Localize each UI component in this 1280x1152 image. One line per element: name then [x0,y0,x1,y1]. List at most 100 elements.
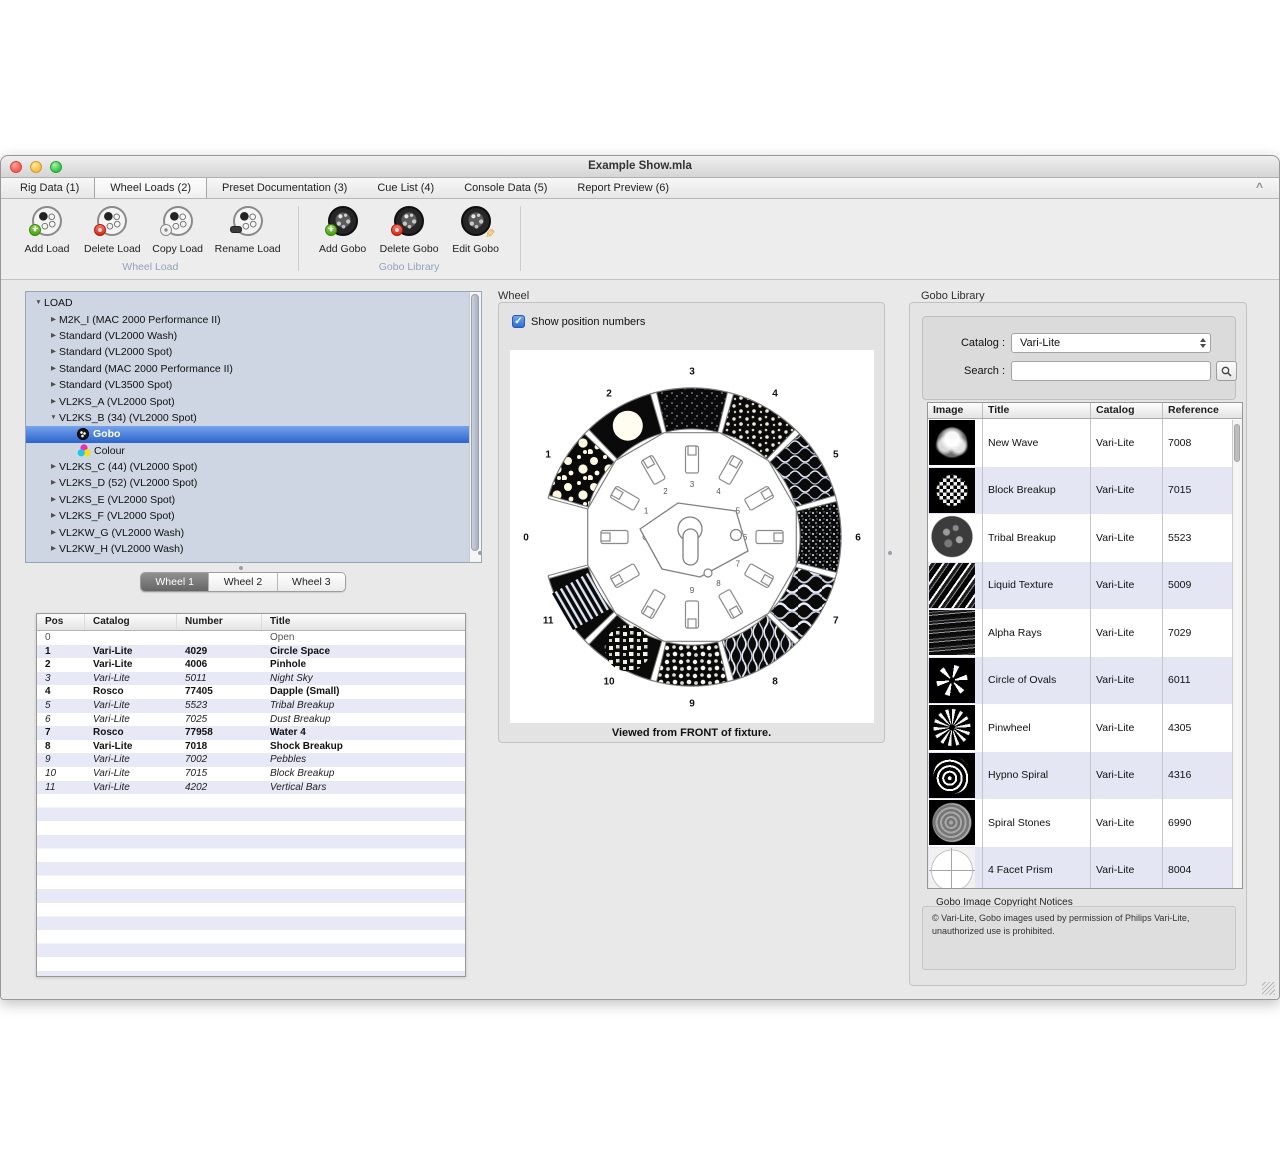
disclosure-triangle-icon[interactable] [48,396,59,408]
load-table-row[interactable]: 7 Rosco 77958 Water 4 [37,726,465,740]
search-input[interactable] [1011,361,1211,381]
close-button[interactable] [10,161,22,173]
column-header[interactable]: Catalog [1091,403,1163,418]
column-header[interactable]: Title [262,614,465,630]
gobo-row[interactable]: Block Breakup Vari-Lite 7015 [928,467,1242,515]
tree-item[interactable]: VL2KS_A (VL2000 Spot) [26,393,481,409]
tree-item[interactable]: Gobo [26,426,481,442]
tab[interactable]: Rig Data (1) [5,178,94,198]
gobo-row[interactable]: Pinwheel Vari-Lite 4305 [928,704,1242,752]
catalog-dropdown[interactable]: Vari-Lite [1011,333,1211,353]
minimize-button[interactable] [30,161,42,173]
gobo-row[interactable]: Circle of Ovals Vari-Lite 6011 [928,657,1242,705]
tree-item[interactable]: VL2KW_G (VL2000 Wash) [26,524,481,540]
gobo-scrollbar-thumb[interactable] [1234,424,1240,462]
gobo-row[interactable]: Hypno Spiral Vari-Lite 4316 [928,752,1242,800]
gobo-row[interactable]: New Wave Vari-Lite 7008 [928,419,1242,467]
load-table-row[interactable]: 2 Vari-Lite 4006 Pinhole [37,658,465,672]
tree-item[interactable]: Colour [26,443,481,459]
wheel-tab[interactable]: Wheel 2 [209,573,277,591]
disclosure-triangle-icon[interactable] [48,477,59,489]
tree-item-label: Colour [94,445,125,457]
disclosure-triangle-icon[interactable] [48,412,59,424]
tree-item[interactable]: VL2KS_B (34) (VL2000 Spot) [26,410,481,426]
wheel-tab[interactable]: Wheel 1 [141,573,209,591]
svg-text:0: 0 [523,533,529,544]
tab[interactable]: Preset Documentation (3) [207,178,362,198]
show-position-numbers-checkbox[interactable] [512,315,525,328]
gobo-row[interactable]: Spiral Stones Vari-Lite 6990 [928,799,1242,847]
load-table-row[interactable]: 5 Vari-Lite 5523 Tribal Breakup [37,699,465,713]
disclosure-triangle-icon[interactable] [48,461,59,473]
load-table-row[interactable]: 1 Vari-Lite 4029 Circle Space [37,645,465,659]
column-header[interactable]: Pos [37,614,85,630]
tree-item[interactable]: LOAD [26,295,481,311]
toolbar-button[interactable]: Add Load [15,204,79,257]
tree-scrollbar-thumb[interactable] [471,294,479,551]
load-table-row[interactable]: 10 Vari-Lite 7015 Block Breakup [37,767,465,781]
disclosure-triangle-icon[interactable] [48,494,59,506]
tree-item[interactable]: Standard (VL3500 Spot) [26,377,481,393]
load-table-row[interactable]: 6 Vari-Lite 7025 Dust Breakup [37,713,465,727]
toolbar-button[interactable]: Delete Load [79,204,146,257]
load-table-row[interactable]: 11 Vari-Lite 4202 Vertical Bars [37,781,465,795]
disclosure-triangle-icon[interactable] [48,379,59,391]
disclosure-triangle-icon[interactable] [48,314,59,326]
zoom-button[interactable] [50,161,62,173]
search-button[interactable] [1216,361,1237,381]
splitter-handle[interactable] [888,551,892,555]
tab[interactable]: Wheel Loads (2) [94,178,207,198]
column-header[interactable]: Title [983,403,1091,418]
tree-item[interactable]: VL2KS_C (44) (VL2000 Spot) [26,459,481,475]
tree-item[interactable]: VL2KW_H (VL2000 Wash) [26,541,481,557]
tree-scrollbar[interactable] [469,292,481,562]
load-table-row[interactable]: 4 Rosco 77405 Dapple (Small) [37,685,465,699]
tree-item-label: VL2KS_B (34) (VL2000 Spot) [59,412,197,424]
tree-item[interactable]: Standard (VL2000 Wash) [26,328,481,344]
load-table-row[interactable]: 8 Vari-Lite 7018 Shock Breakup [37,740,465,754]
tree-item[interactable]: VL2KS_E (VL2000 Spot) [26,492,481,508]
tree-item[interactable]: VL2KS_F (VL2000 Spot) [26,508,481,524]
tree-item[interactable]: M2K_I (MAC 2000 Performance II) [26,311,481,327]
toolbar-button[interactable]: Edit Gobo [444,204,508,257]
tab[interactable]: Report Preview (6) [562,178,684,198]
toolbar-button[interactable]: Add Gobo [311,204,375,257]
disclosure-triangle-icon[interactable] [33,297,44,309]
tab[interactable]: Console Data (5) [449,178,562,198]
load-table-row[interactable]: 3 Vari-Lite 5011 Night Sky [37,672,465,686]
column-header[interactable]: Reference [1163,403,1242,418]
tree-item[interactable]: Standard (VL2000 Spot) [26,344,481,360]
cell-number: 7025 [177,713,262,727]
tree-item[interactable]: VL2KS_D (52) (VL2000 Spot) [26,475,481,491]
titlebar[interactable]: Example Show.mla [1,156,1279,178]
column-header[interactable]: Number [177,614,262,630]
cell-catalog: Vari-Lite [1091,467,1163,515]
disclosure-triangle-icon[interactable] [48,543,59,555]
tab[interactable]: Cue List (4) [362,178,449,198]
toolbar-button[interactable]: Rename Load [210,204,286,257]
load-table-row[interactable]: 9 Vari-Lite 7002 Pebbles [37,753,465,767]
wheel-tab[interactable]: Wheel 3 [278,573,345,591]
column-header[interactable]: Catalog [85,614,177,630]
gobo-row[interactable]: Liquid Texture Vari-Lite 5009 [928,562,1242,610]
column-header[interactable]: Image [928,403,983,418]
disclosure-triangle-icon[interactable] [48,346,59,358]
gobo-row[interactable]: Tribal Breakup Vari-Lite 5523 [928,514,1242,562]
catalog-label: Catalog : [923,337,1005,349]
cell-catalog: Vari-Lite [1091,657,1163,705]
resize-grip[interactable] [1262,982,1275,995]
toolbar-collapse-chevron-icon[interactable]: ^ [1256,178,1263,198]
gobo-row[interactable]: 4 Facet Prism Vari-Lite 8004 [928,847,1242,890]
disclosure-triangle-icon[interactable] [48,330,59,342]
disclosure-triangle-icon[interactable] [48,363,59,375]
tree-item[interactable]: Standard (MAC 2000 Performance II) [26,361,481,377]
splitter-handle[interactable] [239,566,243,570]
toolbar-button[interactable]: Copy Load [146,204,210,257]
splitter-handle[interactable] [478,551,482,555]
load-table-row[interactable]: 0 Open [37,631,465,645]
disclosure-triangle-icon[interactable] [48,527,59,539]
toolbar-button[interactable]: Delete Gobo [375,204,444,257]
disclosure-triangle-icon[interactable] [48,510,59,522]
gobo-row[interactable]: Alpha Rays Vari-Lite 7029 [928,609,1242,657]
gobo-scrollbar[interactable] [1232,420,1242,888]
